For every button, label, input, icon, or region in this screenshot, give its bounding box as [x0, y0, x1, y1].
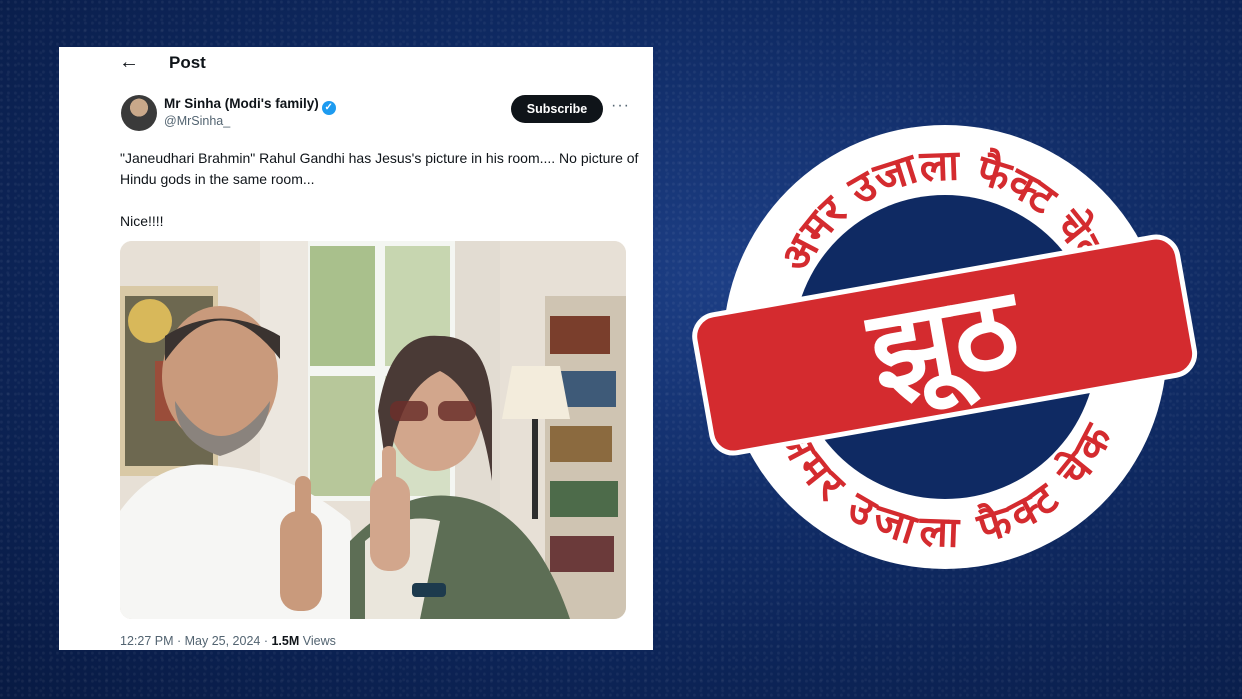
avatar[interactable]	[121, 95, 157, 131]
tweet-photo[interactable]	[120, 241, 626, 619]
fact-check-stamp: अमर उजाला फैक्ट चेक अमर उजाला फैक्ट चेक …	[690, 115, 1200, 585]
photo-illustration	[120, 241, 626, 619]
tweet-card: ← Post Mr Sinha (Modi's family) ✓ @MrSinh…	[59, 47, 653, 650]
more-horizontal-icon[interactable]: ···	[611, 97, 630, 115]
tweet-text: "Janeudhari Brahmin" Rahul Gandhi has Je…	[120, 148, 640, 232]
verified-badge-icon: ✓	[321, 101, 336, 115]
views-count: 1.5M	[271, 634, 300, 648]
stamp-graphic: अमर उजाला फैक्ट चेक अमर उजाला फैक्ट चेक …	[692, 125, 1198, 569]
tweet-meta: 12:27 PM · May 25, 2024 · 1.5M Views	[120, 634, 336, 648]
post-header: ← Post	[59, 47, 653, 77]
views-label: Views	[299, 634, 336, 648]
author-name-row[interactable]: Mr Sinha (Modi's family) ✓	[164, 96, 336, 115]
arrow-left-icon[interactable]: ←	[119, 52, 139, 72]
author-handle[interactable]: @MrSinha_	[164, 114, 230, 128]
tweet-timestamp[interactable]: 12:27 PM · May 25, 2024 ·	[120, 634, 271, 648]
tweet-text-line: Nice!!!!	[120, 213, 164, 229]
page-title: Post	[169, 53, 206, 72]
author-name[interactable]: Mr Sinha (Modi's family)	[164, 96, 319, 111]
subscribe-button[interactable]: Subscribe	[511, 95, 603, 123]
tweet-text-line: "Janeudhari Brahmin" Rahul Gandhi has Je…	[120, 150, 639, 187]
